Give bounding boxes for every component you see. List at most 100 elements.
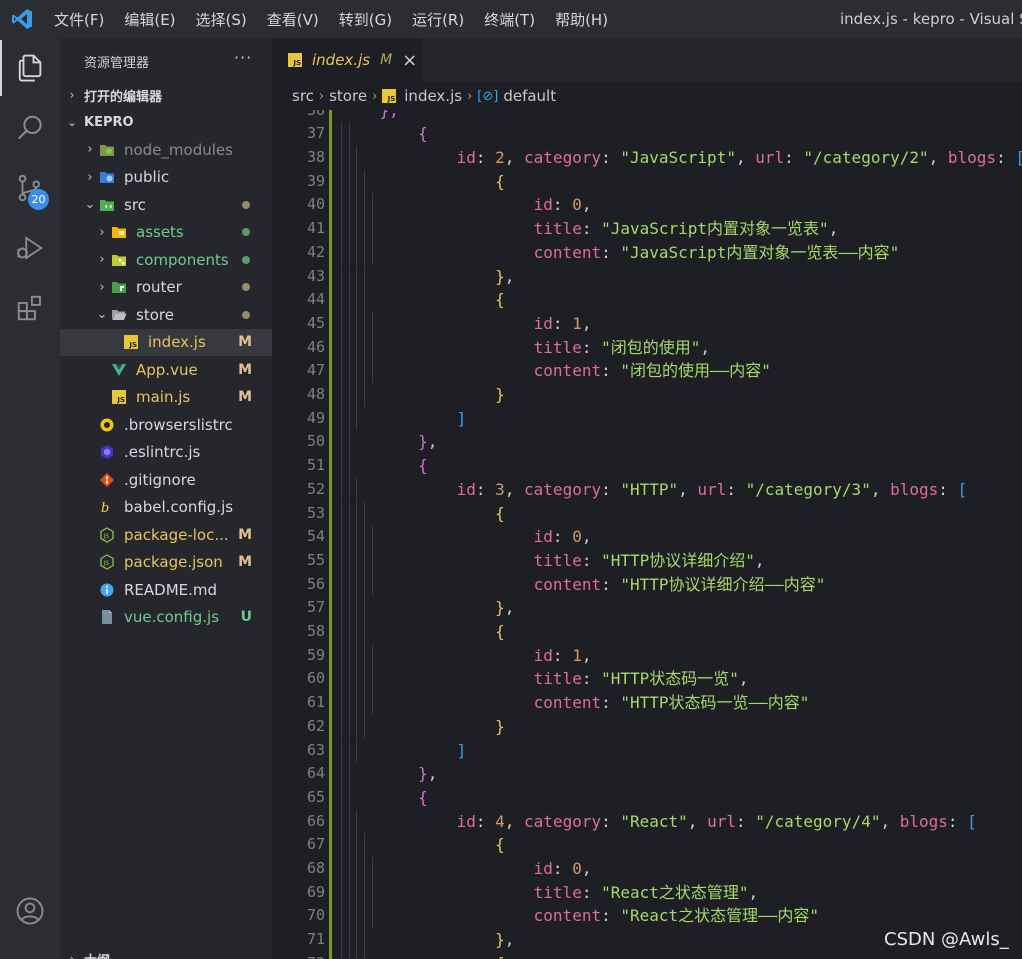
project-label: KEPRO <box>84 114 134 130</box>
code-editor[interactable]: 36 },37 {38 id: 2, category: "JavaScript… <box>272 110 1022 959</box>
code-token: , <box>581 313 592 333</box>
open-editors-section[interactable]: › 打开的编辑器 <box>60 82 272 108</box>
line-number: 69 <box>306 882 325 901</box>
code-token: "HTTP状态码一览" <box>601 669 739 689</box>
tree-item-label: package.json <box>124 553 223 572</box>
chevron-right-icon: › <box>99 224 105 240</box>
tree-item[interactable]: .gitignore <box>60 466 272 494</box>
source-control-activity-button[interactable] <box>0 160 60 216</box>
menu-file[interactable]: 文件(F) <box>54 9 104 30</box>
tree-item[interactable]: b babel.config.js <box>60 494 272 522</box>
code-text: { <box>341 170 505 194</box>
code-token: : <box>601 361 621 381</box>
tab-index-js[interactable]: JS index.js M × <box>272 38 422 82</box>
tree-item[interactable]: › router <box>60 274 272 302</box>
breadcrumb-store[interactable]: store <box>329 87 367 105</box>
accounts-activity-button[interactable] <box>0 883 60 939</box>
breadcrumb-src[interactable]: src <box>292 87 314 105</box>
menu-selection[interactable]: 选择(S) <box>196 9 247 30</box>
code-token: "HTTP" <box>620 479 679 499</box>
tree-item[interactable]: App.vue M <box>60 356 272 384</box>
breadcrumb-symbol[interactable]: default <box>503 87 556 105</box>
line-number: 65 <box>306 787 325 806</box>
menu-edit[interactable]: 编辑(E) <box>124 9 175 30</box>
code-token: category <box>524 811 602 831</box>
tree-item[interactable]: › node_modules <box>60 136 272 164</box>
chevron-right-icon: › <box>467 88 473 104</box>
explorer-activity-button[interactable] <box>0 40 60 96</box>
code-line: 37 { <box>272 122 1022 146</box>
code-line: 53 { <box>272 501 1022 526</box>
code-token: 0 <box>572 527 582 547</box>
code-token: "React之状态管理——内容" <box>620 906 820 926</box>
code-line: 59 id: 1, <box>272 643 1022 668</box>
code-text: { <box>341 620 505 644</box>
code-line: 50 }, <box>272 430 1022 455</box>
code-line: 67 { <box>272 833 1022 857</box>
chevron-right-icon: › <box>69 88 75 102</box>
code-token: : <box>581 337 602 357</box>
line-number: 56 <box>306 574 325 593</box>
code-token: , <box>880 811 900 831</box>
tree-item[interactable]: .eslintrc.js <box>60 439 272 467</box>
tree-item[interactable]: vue.config.js U <box>60 604 272 632</box>
code-token: title <box>533 219 582 239</box>
menu-go[interactable]: 转到(G) <box>339 9 392 30</box>
code-token: : <box>601 479 621 499</box>
tree-item[interactable]: ⌄ src <box>60 191 272 219</box>
tab-close-button[interactable]: × <box>402 50 417 71</box>
line-number: 70 <box>306 906 325 925</box>
code-line: 57 }, <box>272 596 1022 620</box>
outline-section[interactable]: › 大纲 <box>60 946 272 959</box>
extensions-activity-button[interactable] <box>0 280 60 336</box>
run-debug-icon <box>17 236 43 260</box>
line-number: 45 <box>306 313 325 332</box>
code-token: , <box>504 598 515 618</box>
code-token: "JavaScript" <box>620 148 736 167</box>
code-text: content: "HTTP状态码一览——内容" <box>341 691 810 715</box>
tree-item[interactable]: › components <box>60 246 272 274</box>
tree-item[interactable]: ⌄ store <box>60 301 272 329</box>
menu-run[interactable]: 运行(R) <box>412 9 464 30</box>
code-token: : <box>938 479 958 499</box>
line-number: 72 <box>272 952 325 959</box>
code-line: 62 } <box>272 714 1022 739</box>
more-actions-button[interactable]: ··· <box>234 48 252 67</box>
chevron-right-icon: › <box>99 252 105 268</box>
run-debug-activity-button[interactable] <box>0 220 60 276</box>
code-text: content: "HTTP协议详细介绍——内容" <box>341 573 826 597</box>
code-token: title <box>533 337 582 357</box>
tree-item[interactable]: README.md <box>60 576 272 604</box>
code-token: "JavaScript内置对象一览表" <box>601 219 829 239</box>
line-number: 43 <box>306 266 325 285</box>
code-text: } <box>341 383 505 407</box>
code-text: title: "HTTP状态码一览", <box>341 667 749 691</box>
tree-item[interactable]: JS main.js M <box>60 384 272 412</box>
chevron-right-icon: › <box>87 142 93 158</box>
tree-item[interactable]: .browserslistrc <box>60 411 272 439</box>
code-text: title: "JavaScript内置对象一览表", <box>341 217 839 241</box>
project-section[interactable]: ⌄ KEPRO <box>60 109 272 135</box>
code-text: }, <box>341 928 514 952</box>
menu-help[interactable]: 帮助(H) <box>555 9 608 30</box>
tree-item[interactable]: JS package.json M <box>60 549 272 577</box>
tree-item[interactable]: JS index.js M <box>60 328 272 356</box>
search-activity-button[interactable] <box>0 100 60 156</box>
code-line: 56 content: "HTTP协议详细介绍——内容" <box>272 572 1022 597</box>
code-token: "React" <box>620 811 688 831</box>
tree-item[interactable]: › assets <box>60 219 272 247</box>
menu-view[interactable]: 查看(V) <box>267 9 319 30</box>
breadcrumb-file[interactable]: index.js <box>404 87 462 105</box>
menu-terminal[interactable]: 终端(T) <box>484 9 535 30</box>
tree-item[interactable]: › public <box>60 164 272 192</box>
line-number: 37 <box>306 124 325 143</box>
line-number: 49 <box>306 408 325 427</box>
tree-item[interactable]: JS package-loc... M <box>60 521 272 549</box>
